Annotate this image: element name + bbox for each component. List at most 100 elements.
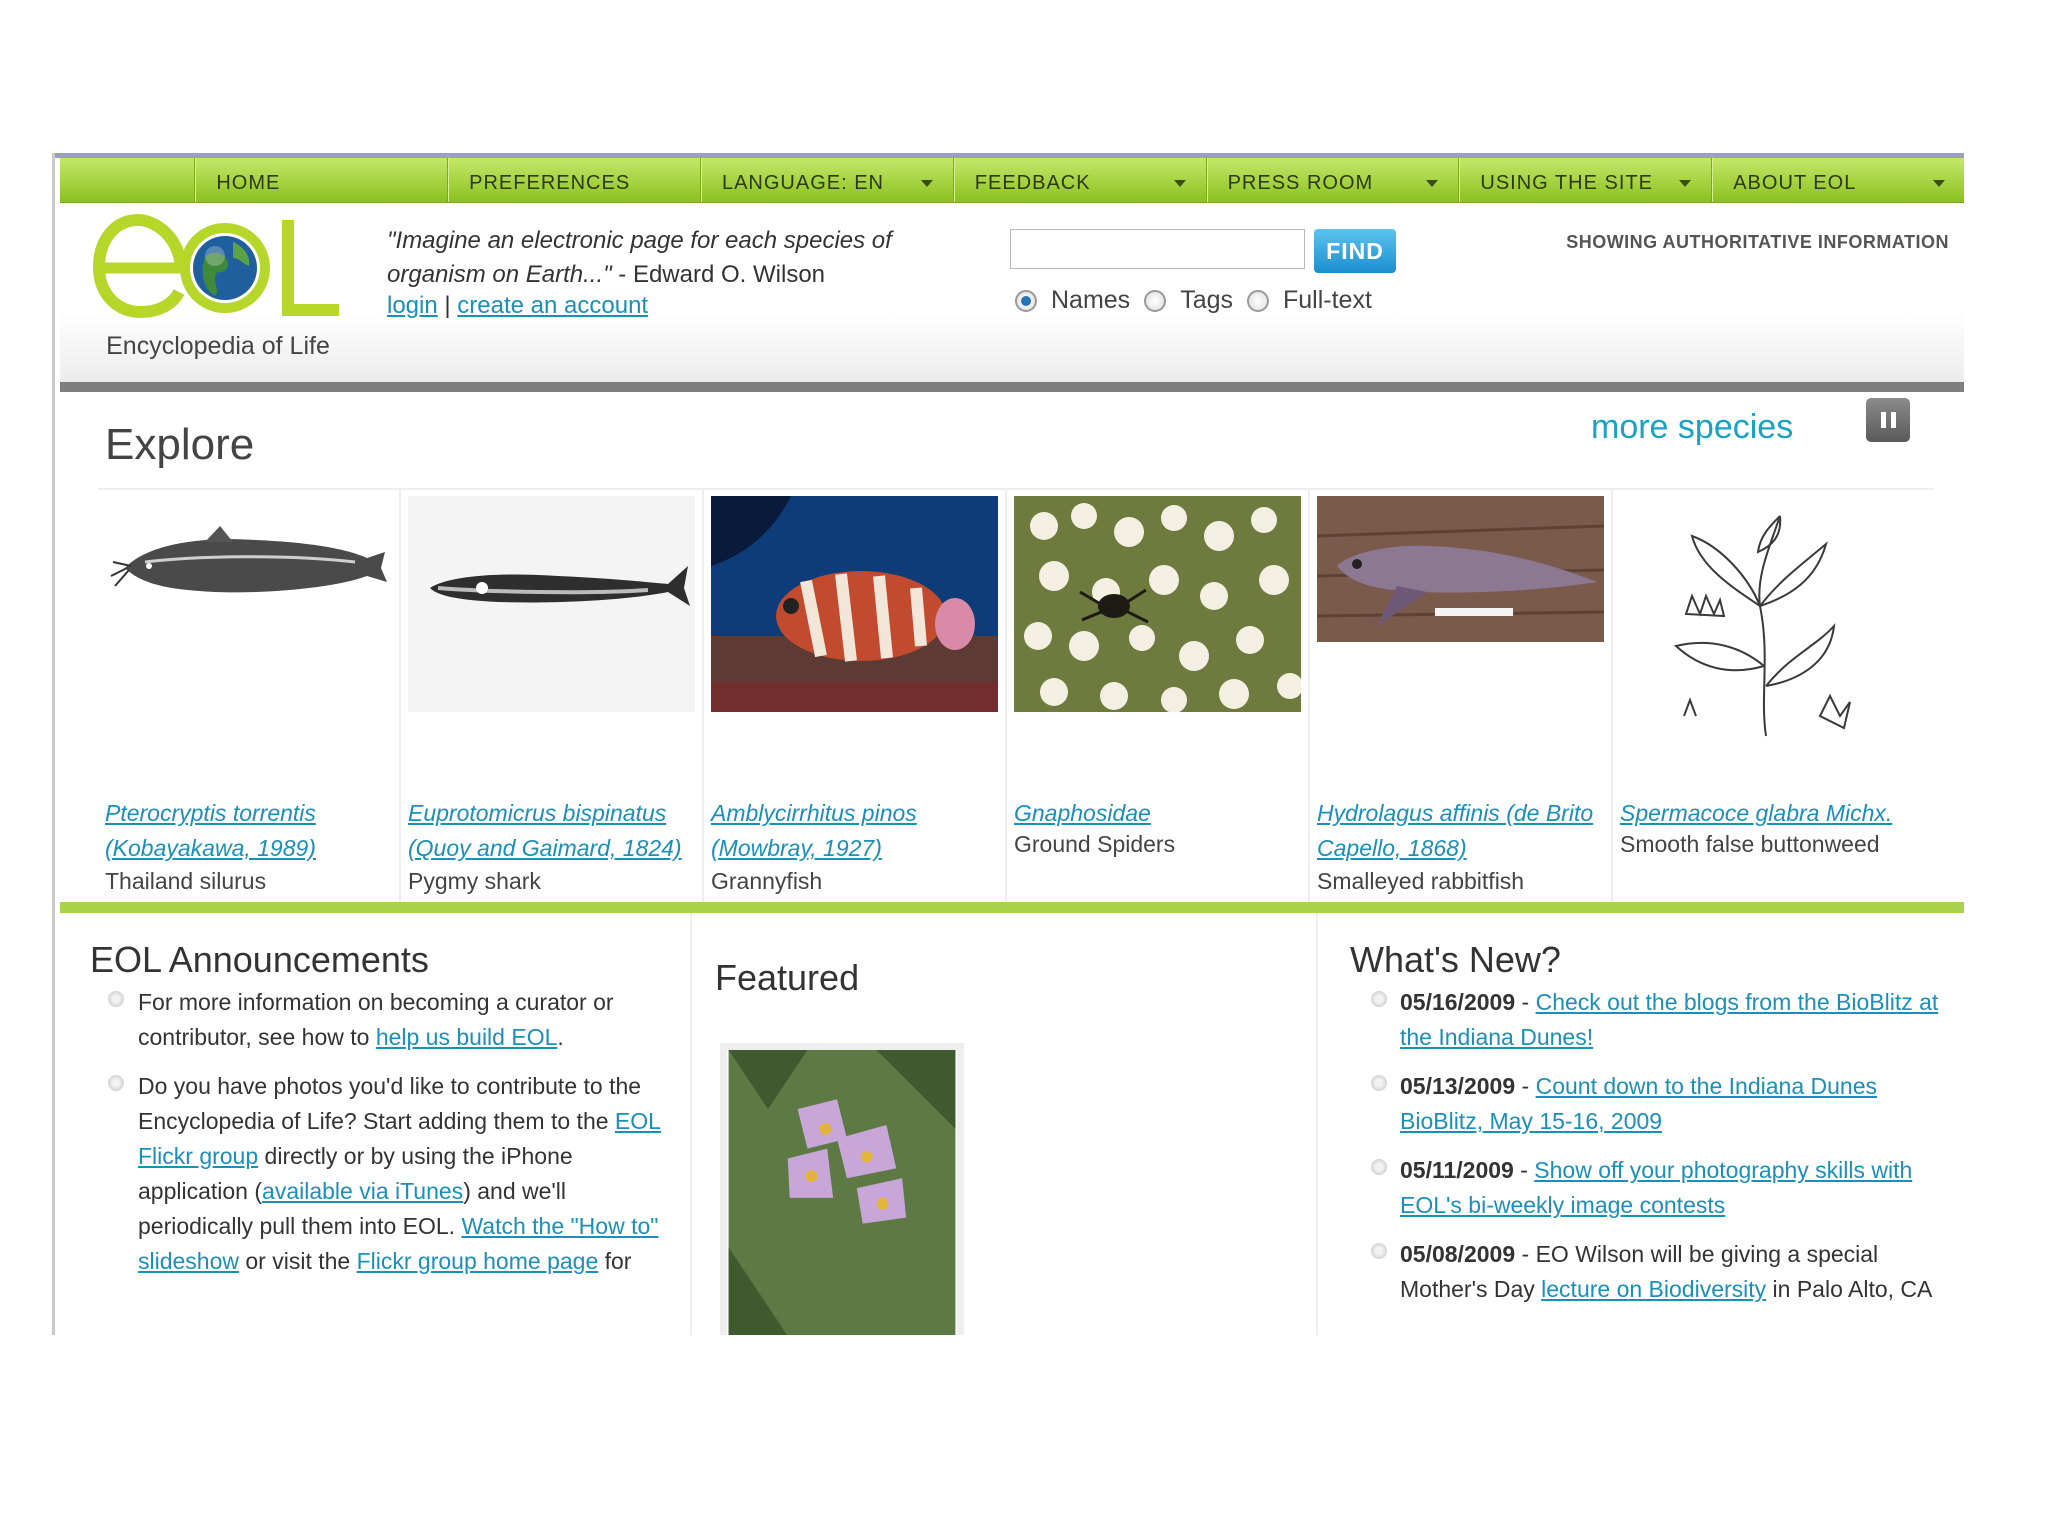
whats-new-title: What's New?: [1350, 939, 1561, 980]
login-link[interactable]: login: [387, 292, 438, 319]
nav-press-room-label: PRESS ROOM: [1227, 171, 1374, 194]
showing-authoritative-info[interactable]: SHOWING AUTHORITATIVE INFORMATION: [1566, 232, 1949, 253]
species-scientific-name[interactable]: Hydrolagus affinis (de Brito Capello, 186…: [1317, 796, 1609, 866]
species-card: Pterocryptis torrentis (Kobayakawa, 1989)…: [98, 490, 401, 904]
species-common-name: Ground Spiders: [1014, 831, 1176, 857]
help-us-build-eol-link[interactable]: help us build EOL: [376, 1024, 558, 1050]
news-item: 05/08/2009 - EO Wilson will be giving a …: [1400, 1237, 1940, 1307]
species-scientific-name[interactable]: Euprotomicrus bispinatus (Quoy and Gaimar…: [408, 796, 700, 866]
purple-flower-photo[interactable]: [720, 1043, 964, 1335]
radio-full-text[interactable]: Full-text: [1247, 286, 1372, 315]
announcement-text: Do you have photos you'd like to contrib…: [138, 1073, 642, 1134]
nav-press-room[interactable]: PRESS ROOM: [1206, 158, 1460, 202]
sci-line: Gnaphosidae: [1014, 800, 1151, 826]
nav-about-eol[interactable]: ABOUT EOL: [1712, 158, 1964, 202]
announcement-item: For more information on becoming a curat…: [138, 985, 678, 1055]
announcements-title: EOL Announcements: [90, 939, 429, 980]
announcement-text: .: [557, 1024, 564, 1050]
flickr-home-page-link[interactable]: Flickr group home page: [357, 1248, 599, 1274]
species-scientific-name[interactable]: Amblycirrhitus pinos (Mowbray, 1927): [711, 796, 1003, 866]
spider-on-flowers-photo[interactable]: [1014, 496, 1301, 712]
nav-home[interactable]: HOME: [195, 158, 449, 202]
news-sep: -: [1515, 1073, 1536, 1099]
news-item: 05/13/2009 - Count down to the Indiana D…: [1400, 1069, 1940, 1139]
sci-line: (Mowbray, 1927): [711, 835, 882, 861]
chevron-down-icon: [1933, 179, 1945, 187]
chevron-down-icon: [920, 179, 933, 187]
radio-selected-icon: [1015, 289, 1037, 312]
sci-line: Hydrolagus affinis (de Brito: [1317, 800, 1594, 826]
nav-language[interactable]: LANGUAGE: EN: [700, 158, 954, 202]
bullet-icon: [1371, 1159, 1387, 1175]
nav-about-eol-label: ABOUT EOL: [1733, 171, 1857, 194]
bullet-icon: [1371, 1243, 1387, 1259]
news-date: 05/11/2009: [1400, 1157, 1514, 1183]
news-link[interactable]: lecture on Biodiversity: [1541, 1276, 1766, 1302]
sci-line: Capello, 1868): [1317, 835, 1467, 861]
eol-logo-mark: [92, 213, 339, 319]
search-input[interactable]: [1010, 229, 1305, 269]
section-divider: [60, 902, 1964, 913]
header-quote: "Imagine an electronic page for each spe…: [387, 224, 947, 292]
pause-button[interactable]: [1866, 398, 1910, 442]
header-divider: [60, 382, 1964, 392]
find-button[interactable]: FIND: [1314, 229, 1396, 273]
bullet-icon: [1371, 1075, 1387, 1091]
sci-line: (Kobayakawa, 1989): [105, 835, 316, 861]
chevron-down-icon: [1426, 179, 1439, 187]
radio-names[interactable]: Names: [1015, 286, 1130, 315]
pause-bar: [1890, 412, 1896, 428]
eol-logo[interactable]: Encyclopedia of Life: [92, 212, 343, 377]
radio-unselected-icon: [1247, 289, 1269, 312]
auth-separator: |: [444, 292, 451, 319]
sci-line: Amblycirrhitus pinos: [711, 800, 917, 826]
create-account-link[interactable]: create an account: [457, 292, 648, 319]
species-scientific-name[interactable]: Pterocryptis torrentis (Kobayakawa, 1989): [105, 796, 397, 866]
more-species-link[interactable]: more species: [1591, 408, 1793, 447]
nav-feedback[interactable]: FEEDBACK: [953, 158, 1207, 202]
shark-illustration[interactable]: [408, 496, 695, 712]
announcement-item: Do you have photos you'd like to contrib…: [138, 1069, 683, 1279]
news-date: 05/16/2009: [1400, 989, 1516, 1015]
nav-using-the-site-label: USING THE SITE: [1480, 171, 1653, 194]
chevron-down-icon: [1173, 179, 1186, 187]
explore-title: Explore: [105, 420, 255, 469]
news-sep: -: [1513, 1157, 1535, 1183]
pause-bar: [1880, 412, 1886, 428]
radio-tags-label: Tags: [1180, 286, 1233, 314]
species-carousel: Pterocryptis torrentis (Kobayakawa, 1989)…: [98, 488, 1933, 904]
species-card: Gnaphosidae Ground Spiders: [1007, 490, 1310, 904]
nav-language-label: LANGUAGE: EN: [721, 171, 884, 194]
itunes-link[interactable]: available via iTunes: [262, 1178, 463, 1204]
species-common-name: Grannyfish: [711, 868, 823, 894]
rabbitfish-photo[interactable]: [1317, 496, 1604, 712]
radio-names-label: Names: [1051, 286, 1131, 314]
auth-links: login | create an account: [387, 292, 648, 320]
plant-illustration[interactable]: [1620, 496, 1907, 756]
species-common-name: Pygmy shark: [408, 868, 541, 894]
sci-line: Euprotomicrus bispinatus: [408, 800, 667, 826]
radio-full-text-label: Full-text: [1283, 286, 1372, 314]
radio-tags[interactable]: Tags: [1144, 286, 1233, 315]
catfish-illustration[interactable]: [105, 496, 392, 712]
search-type-options: Names Tags Full-text: [1015, 286, 1372, 315]
species-scientific-name[interactable]: Spermacoce glabra Michx.: [1620, 796, 1912, 831]
announcement-text: or visit the: [239, 1248, 357, 1274]
nav-feedback-label: FEEDBACK: [974, 171, 1091, 194]
reef-fish-photo[interactable]: [711, 496, 998, 712]
nav-using-the-site[interactable]: USING THE SITE: [1459, 158, 1713, 202]
news-date: 05/13/2009: [1400, 1073, 1516, 1099]
bullet-icon: [108, 1075, 124, 1091]
nav-preferences[interactable]: PREFERENCES: [448, 158, 701, 202]
column-divider: [1316, 913, 1318, 1335]
bullet-icon: [1371, 991, 1387, 1007]
news-item: 05/11/2009 - Show off your photography s…: [1400, 1153, 1960, 1223]
species-common-name: Smooth false buttonweed: [1620, 831, 1880, 857]
chevron-down-icon: [1679, 179, 1692, 187]
species-card: Hydrolagus affinis (de Brito Capello, 186…: [1310, 490, 1613, 904]
news-item: 05/16/2009 - Check out the blogs from th…: [1400, 985, 1960, 1055]
nav-home-label: HOME: [216, 171, 281, 194]
news-text: in Palo Alto, CA: [1766, 1276, 1933, 1302]
featured-title: Featured: [715, 957, 860, 998]
species-scientific-name[interactable]: Gnaphosidae: [1014, 796, 1306, 831]
